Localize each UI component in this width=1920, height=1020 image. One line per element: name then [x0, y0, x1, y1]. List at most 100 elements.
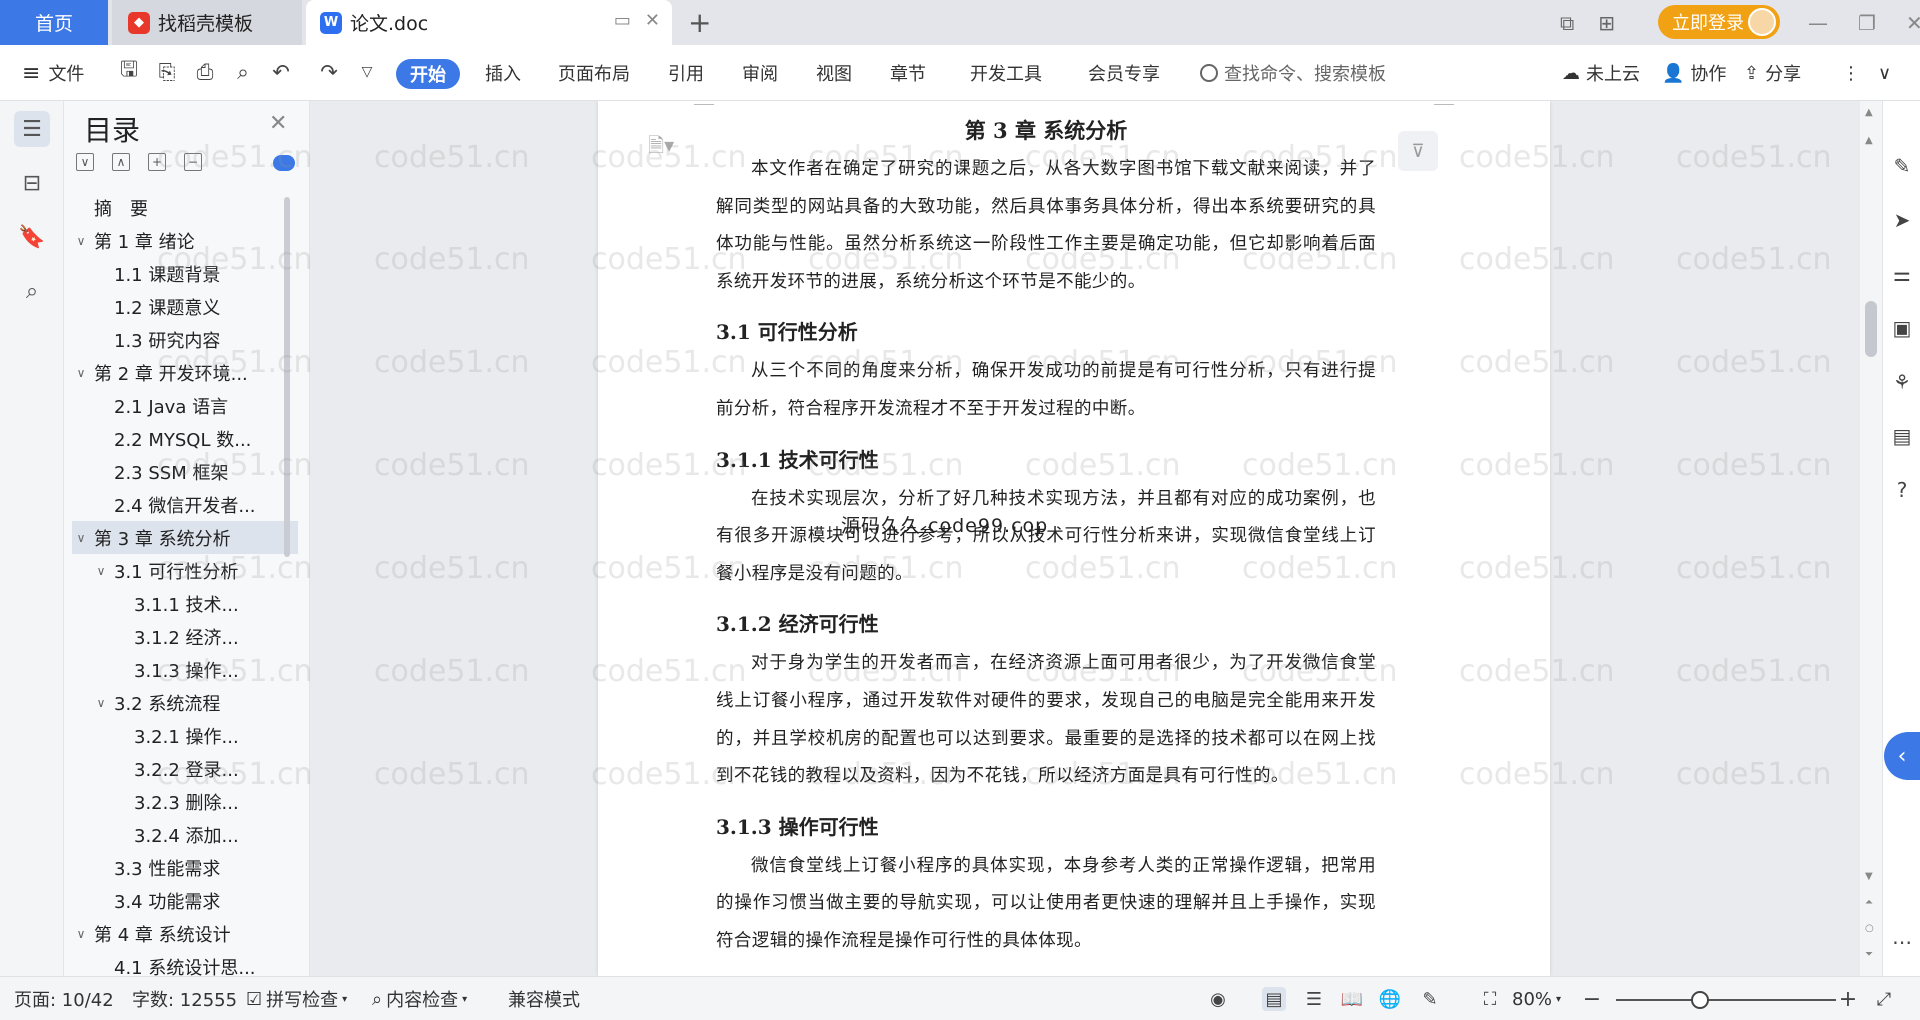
adjust-icon[interactable]: ⚌ [1889, 261, 1915, 287]
toc-item[interactable]: 摘 要 [72, 191, 298, 224]
grid-apps-icon[interactable]: ⊞ [1598, 11, 1615, 35]
zoom-out-icon[interactable]: − [1580, 987, 1604, 1012]
collapse-heading-icon[interactable]: ⊽ [1398, 131, 1438, 171]
toc-item[interactable]: ∨ 第 2 章 开发环境... [72, 356, 298, 389]
toc-item[interactable]: 3.3 性能需求 [72, 851, 298, 884]
toc-item[interactable]: 3.2.1 操作... [72, 719, 298, 752]
redo-icon[interactable]: ↷ [316, 59, 342, 85]
collapse-ribbon-icon[interactable]: ∨ [1878, 45, 1891, 101]
toc-item[interactable]: 3.2.4 添加... [72, 818, 298, 851]
tab-daoke-templates[interactable]: ◆ 找稻壳模板 [112, 0, 302, 45]
outline-view-icon[interactable]: ☰ [1302, 987, 1326, 1011]
toc-item[interactable]: 3.1.2 经济... [72, 620, 298, 653]
chevron-down-icon[interactable]: ∨ [92, 564, 110, 578]
write-mode-icon[interactable]: ✎ [1418, 987, 1442, 1011]
page-count[interactable]: 页面: 10/42 [14, 977, 114, 1020]
tab-document[interactable]: W 论文.doc ▭ ✕ [306, 0, 672, 45]
tab-developer[interactable]: 开发工具 [970, 45, 1042, 101]
print-icon[interactable]: ⎙ [192, 59, 218, 85]
read-mode-icon[interactable]: ▤ [1889, 423, 1915, 449]
tab-home[interactable]: 首页 [0, 0, 108, 45]
toc-toggle[interactable] [273, 155, 295, 171]
tab-page-layout[interactable]: 页面布局 [558, 45, 630, 101]
layout-icon[interactable]: ⧉ [1560, 11, 1574, 35]
collaborate-button[interactable]: 👤 协作 [1662, 45, 1726, 101]
select-cursor-icon[interactable]: ➤ [1889, 207, 1915, 233]
tab-section[interactable]: 章节 [890, 45, 926, 101]
chevron-down-icon[interactable]: ∨ [72, 927, 90, 941]
new-tab-button[interactable]: + [688, 6, 711, 39]
content-check[interactable]: ⌕ 内容检查 ▾ [372, 977, 467, 1020]
document-page[interactable]: 🗎▾ ⊽ 第 3 章 系统分析 本文作者在确定了研究的课题之后，从各大数字图书馆… [598, 101, 1550, 976]
undo-icon[interactable]: ↶ [268, 59, 294, 85]
image-tool-icon[interactable]: ▣ [1889, 315, 1915, 341]
restore-icon[interactable]: ❐ [1858, 11, 1876, 35]
login-button[interactable]: 立即登录 [1658, 5, 1780, 39]
toc-item[interactable]: 3.1.1 技术... [72, 587, 298, 620]
zoom-slider-knob[interactable] [1690, 991, 1709, 1009]
web-view-icon[interactable]: 🌐 [1378, 987, 1402, 1011]
tab-review[interactable]: 审阅 [742, 45, 778, 101]
cloud-status[interactable]: ☁ 未上云 [1562, 45, 1640, 101]
tab-insert[interactable]: 插入 [485, 45, 521, 101]
tab-view[interactable]: 视图 [816, 45, 852, 101]
document-float-icon[interactable]: 🗎▾ [648, 131, 674, 165]
pen-icon[interactable]: ✎ [1889, 153, 1915, 179]
minimize-icon[interactable]: — [1808, 11, 1828, 35]
remove-heading-icon[interactable]: − [184, 153, 202, 171]
more-options-icon[interactable]: ⋮ [1842, 45, 1860, 101]
chevron-down-icon[interactable]: ∨ [72, 531, 90, 545]
close-window-icon[interactable]: ✕ [1906, 11, 1920, 35]
toc-item[interactable]: 3.1.3 操作... [72, 653, 298, 686]
reading-view-icon[interactable]: 📖 [1340, 987, 1364, 1011]
command-search[interactable]: 查找命令、搜索模板 [1200, 57, 1386, 89]
toc-scrollbar[interactable] [284, 197, 290, 557]
spell-check[interactable]: ☑ 拼写检查 ▾ [246, 977, 347, 1020]
export-icon[interactable]: ⎘ [154, 59, 180, 85]
collapse-all-icon[interactable]: ∧ [112, 153, 130, 171]
ai-assist-icon[interactable]: ⚘ [1889, 369, 1915, 395]
scroll-thumb[interactable] [1865, 301, 1877, 357]
toc-item[interactable]: ∨ 3.2 系统流程 [72, 686, 298, 719]
outline-icon[interactable]: ☰ [14, 111, 50, 147]
chevron-down-icon[interactable]: ∨ [92, 696, 110, 710]
tab-start[interactable]: 开始 [396, 59, 460, 89]
more-dots-icon[interactable]: ⋯ [1889, 929, 1915, 955]
share-button[interactable]: ⇪ 分享 [1744, 45, 1801, 101]
expand-all-icon[interactable]: ∨ [76, 153, 94, 171]
toc-item[interactable]: ∨ 第 1 章 绪论 [72, 224, 298, 257]
toc-item[interactable]: 2.3 SSM 框架 [72, 455, 298, 488]
toc-item[interactable]: 2.1 Java 语言 [72, 389, 298, 422]
word-count[interactable]: 字数: 12555 [132, 977, 237, 1020]
quick-access-dropdown-icon[interactable]: ▽ [354, 59, 380, 85]
toc-item[interactable]: 1.2 课题意义 [72, 290, 298, 323]
fit-page-icon[interactable]: ⛶ [1478, 987, 1502, 1011]
toc-item[interactable]: 3.4 功能需求 [72, 884, 298, 917]
toc-item[interactable]: ∨ 第 3 章 系统分析 [72, 521, 298, 554]
toc-item[interactable]: 3.2.2 登录... [72, 752, 298, 785]
page-view-icon[interactable]: ▤ [1262, 987, 1286, 1011]
scroll-down-icon[interactable]: ▼ [1865, 871, 1873, 882]
help-icon[interactable]: ? [1889, 477, 1915, 503]
select-object-icon[interactable]: ○ [1865, 923, 1874, 934]
monitor-icon[interactable]: ▭ [614, 10, 631, 31]
zoom-level[interactable]: 80% ▾ [1512, 977, 1561, 1020]
print-preview-icon[interactable]: ⌕ [230, 59, 256, 85]
toc-item[interactable]: 1.3 研究内容 [72, 323, 298, 356]
toc-item[interactable]: 3.2.3 删除... [72, 785, 298, 818]
chapter-nav-icon[interactable]: ⊟ [14, 165, 50, 201]
scroll-up-icon[interactable]: ▲ [1865, 135, 1873, 146]
close-toc-icon[interactable]: ✕ [269, 111, 287, 136]
toc-item[interactable]: ∨ 3.1 可行性分析 [72, 554, 298, 587]
prev-page-icon[interactable]: ⏶ [1865, 897, 1873, 908]
chevron-down-icon[interactable]: ∨ [72, 366, 90, 380]
scroll-up-icon[interactable]: ▲ [1865, 107, 1873, 118]
toc-item[interactable]: 2.4 微信开发者... [72, 488, 298, 521]
document-scrollbar[interactable]: ▲ ▲ ▼ ⏶ ○ ⏷ [1860, 101, 1882, 976]
toc-item[interactable]: 4.1 系统设计思... [72, 950, 298, 977]
toc-item[interactable]: 2.2 MYSQL 数... [72, 422, 298, 455]
zoom-slider[interactable] [1616, 999, 1836, 1001]
save-icon[interactable]: 🖫 [116, 57, 142, 85]
file-menu[interactable]: ≡ 文件 [22, 45, 84, 101]
tab-references[interactable]: 引用 [668, 45, 704, 101]
